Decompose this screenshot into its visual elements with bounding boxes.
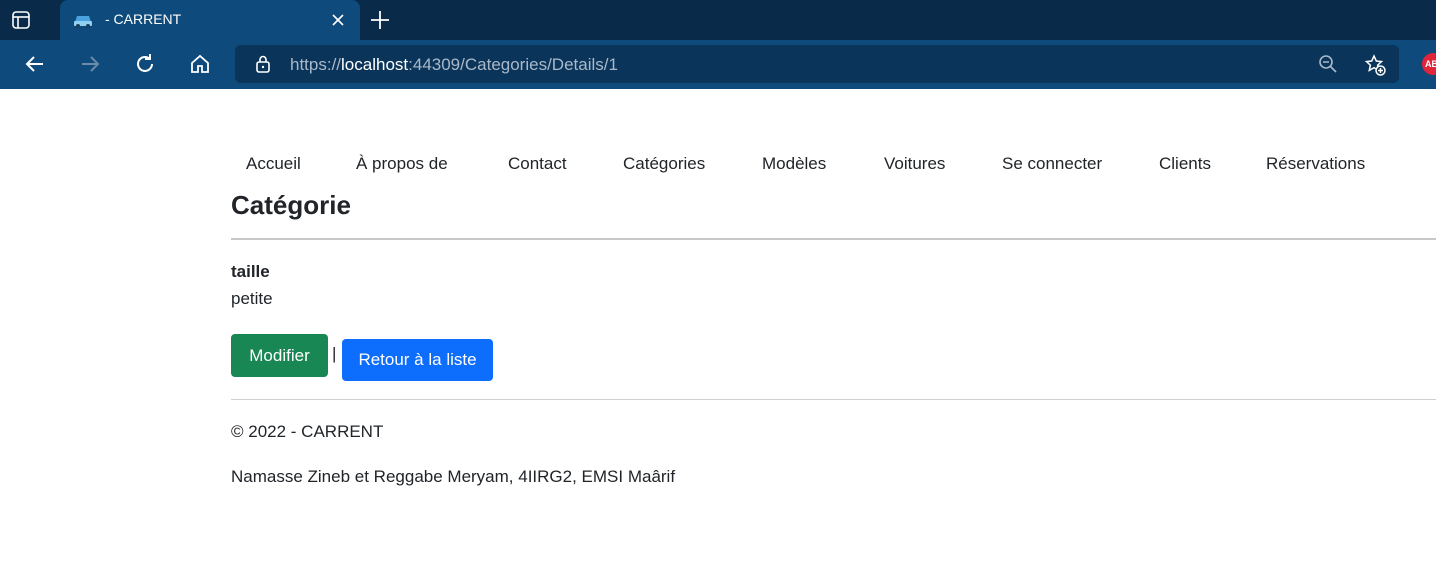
nav-item-reservations[interactable]: Réservations [1266, 154, 1365, 174]
add-favorite-icon[interactable] [1363, 53, 1387, 77]
address-bar[interactable]: https://localhost:44309/Categories/Detai… [235, 45, 1399, 83]
browser-toolbar: https://localhost:44309/Categories/Detai… [0, 40, 1436, 89]
field-value: petite [231, 289, 273, 308]
page-title: Catégorie [231, 190, 351, 220]
nav-item-se-connecter[interactable]: Se connecter [1002, 154, 1102, 174]
copyright-text: © 2022 - CARRENT [231, 422, 384, 441]
close-tab-icon[interactable] [328, 10, 348, 30]
nav-item-a-propos[interactable]: À propos de [356, 154, 448, 174]
back-arrow-icon[interactable] [23, 52, 47, 76]
link-separator: | [332, 344, 337, 363]
refresh-icon[interactable] [133, 52, 157, 76]
tab-title: - CARRENT [105, 11, 182, 27]
nav-item-contact[interactable]: Contact [508, 154, 567, 174]
nav-item-accueil[interactable]: Accueil [246, 154, 301, 174]
tab-actions-icon[interactable] [10, 9, 32, 31]
home-icon[interactable] [188, 52, 212, 76]
nav-item-clients[interactable]: Clients [1159, 154, 1211, 174]
back-to-list-button[interactable]: Retour à la liste [342, 339, 493, 381]
zoom-out-icon[interactable] [1317, 53, 1339, 75]
authors-text: Namasse Zineb et Reggabe Meryam, 4IIRG2,… [231, 467, 676, 486]
nav-item-categories[interactable]: Catégories [623, 154, 705, 174]
field-label: taille [231, 262, 270, 281]
lock-icon [253, 54, 273, 74]
car-favicon-icon [72, 10, 94, 30]
divider [231, 238, 1436, 240]
tab-strip: - CARRENT [0, 0, 1436, 40]
footer-divider [231, 399, 1436, 400]
new-tab-icon[interactable] [368, 8, 392, 32]
nav-item-modeles[interactable]: Modèles [762, 154, 826, 174]
forward-arrow-icon[interactable] [78, 52, 102, 76]
adblock-extension-icon[interactable]: AB [1422, 53, 1436, 75]
browser-tab[interactable]: - CARRENT [60, 0, 360, 40]
nav-item-voitures[interactable]: Voitures [884, 154, 945, 174]
url-text: https://localhost:44309/Categories/Detai… [290, 55, 618, 74]
edit-button[interactable]: Modifier [231, 334, 328, 377]
